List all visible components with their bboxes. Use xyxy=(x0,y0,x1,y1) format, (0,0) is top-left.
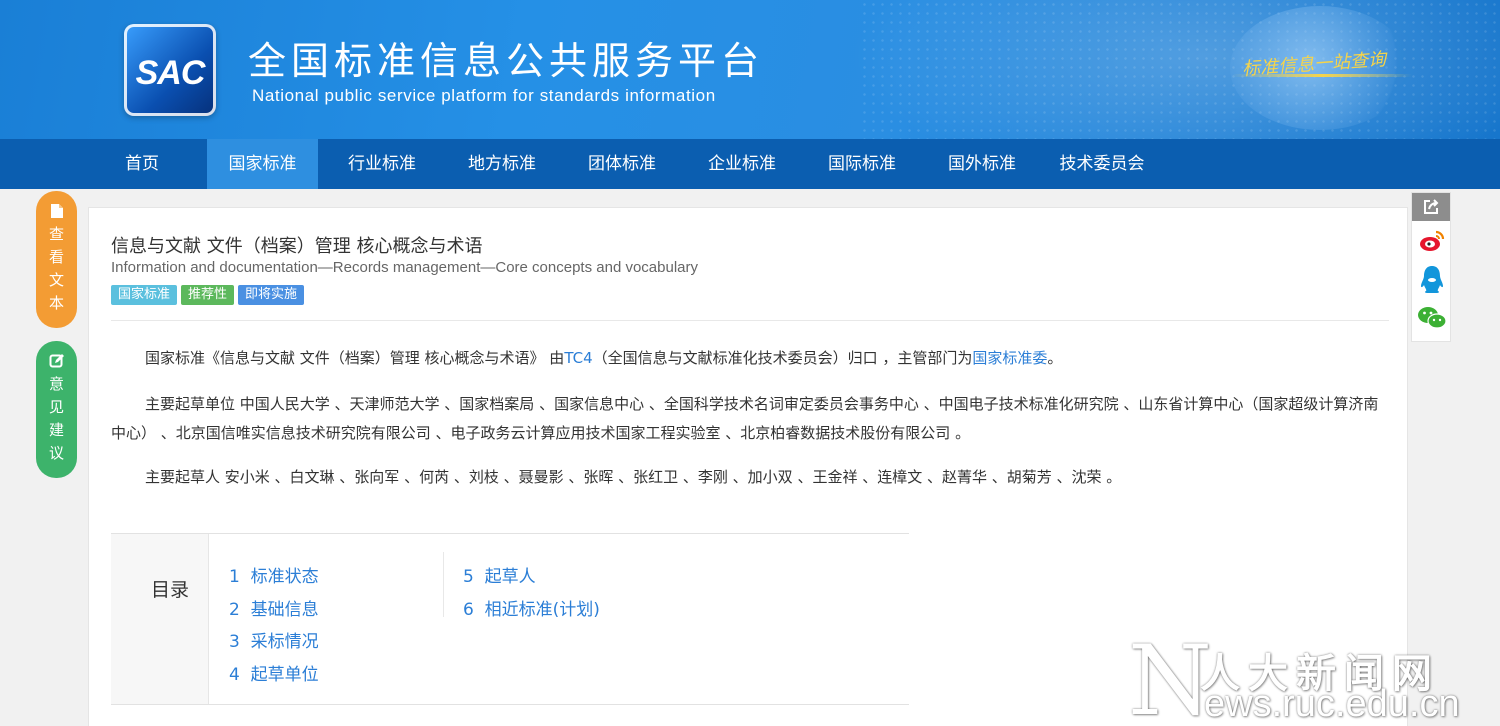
department-link[interactable]: 国家标准委 xyxy=(972,349,1047,367)
toc-item-label: 标准状态 xyxy=(250,567,319,587)
toc-item-label: 采标情况 xyxy=(250,632,319,652)
header-banner: SAC 全国标准信息公共服务平台 National public service… xyxy=(0,0,1500,139)
nav-item-foreign-standards[interactable]: 国外标准 xyxy=(936,139,1028,189)
feedback-char: 建 xyxy=(48,421,64,439)
toc-item-basic-info[interactable]: 2 基础信息 xyxy=(229,595,319,620)
standard-tags: 国家标准 推荐性 即将实施 xyxy=(111,283,308,305)
feedback-char: 议 xyxy=(48,444,64,462)
toc-item-number: 4 xyxy=(229,665,240,685)
toc-item-drafting-units[interactable]: 4 起草单位 xyxy=(229,660,319,685)
nav-item-local-standards[interactable]: 地方标准 xyxy=(456,139,548,189)
p1-prefix: 国家标准《信息与文献 文件（档案）管理 核心概念与术语》 由 xyxy=(145,349,565,367)
sac-logo[interactable]: SAC xyxy=(124,24,216,116)
nav-item-home[interactable]: 首页 xyxy=(106,139,178,189)
tag-recommended: 推荐性 xyxy=(181,285,235,305)
site-title-en: National public service platform for sta… xyxy=(252,86,716,105)
watermark-url: ews.ruc.edu.cn xyxy=(1204,683,1460,725)
nav-item-international-standards[interactable]: 国际标准 xyxy=(816,139,908,189)
toc-label-box: 目录 xyxy=(111,534,209,704)
drafters-paragraph: 主要起草人 安小米 、白文琳 、张向军 、何芮 、刘枝 、聂曼影 、张晖 、张红… xyxy=(145,468,1122,486)
share-sidebar xyxy=(1411,192,1451,342)
view-text-button[interactable]: 查 看 文 本 xyxy=(36,191,77,328)
nav-item-industry-standards[interactable]: 行业标准 xyxy=(336,139,428,189)
toc-item-label: 起草人 xyxy=(484,567,536,587)
feedback-button[interactable]: 意 见 建 议 xyxy=(36,341,77,478)
logo-text: SAC xyxy=(135,54,206,92)
view-text-char: 本 xyxy=(48,294,64,312)
tc4-link[interactable]: TC4 xyxy=(564,349,592,367)
standard-title-cn: 信息与文献 文件（档案）管理 核心概念与术语 xyxy=(111,236,483,257)
toc-item-standard-status[interactable]: 1 标准状态 xyxy=(229,562,319,587)
drafting-units-paragraph: 主要起草单位 中国人民大学 、天津师范大学 、国家档案局 、国家信息中心 、全国… xyxy=(111,395,1379,442)
document-icon xyxy=(50,204,63,218)
description-paragraph-1: 国家标准《信息与文献 文件（档案）管理 核心概念与术语》 由TC4（全国信息与文… xyxy=(111,344,1391,373)
share-icon xyxy=(1424,199,1439,214)
toc-item-label: 起草单位 xyxy=(250,665,319,685)
toc-item-similar-standards[interactable]: 6 相近标准(计划) xyxy=(463,595,600,620)
toc-item-label: 基础信息 xyxy=(250,600,319,620)
site-title-cn: 全国标准信息公共服务平台 xyxy=(248,39,765,83)
view-text-char: 文 xyxy=(48,271,64,289)
tag-national-standard: 国家标准 xyxy=(111,285,178,305)
toc-item-label: 相近标准(计划) xyxy=(484,600,600,620)
title-divider xyxy=(111,320,1389,321)
weibo-icon[interactable] xyxy=(1418,229,1446,253)
toc-item-number: 1 xyxy=(229,567,240,587)
feedback-char: 意 xyxy=(48,375,64,393)
toc-item-drafters[interactable]: 5 起草人 xyxy=(463,562,536,587)
nav-item-enterprise-standards[interactable]: 企业标准 xyxy=(696,139,788,189)
edit-icon xyxy=(49,354,64,368)
toc-item-number: 6 xyxy=(463,600,474,620)
toc-item-adoption[interactable]: 3 采标情况 xyxy=(229,627,319,652)
nav-item-group-standards[interactable]: 团体标准 xyxy=(576,139,668,189)
toc-item-number: 3 xyxy=(229,632,240,652)
standard-title-en: Information and documentation—Records ma… xyxy=(111,259,698,276)
slogan-underline xyxy=(1232,74,1412,77)
main-nav: 首页 国家标准 行业标准 地方标准 团体标准 企业标准 国际标准 国外标准 技术… xyxy=(0,139,1500,189)
nav-item-national-standards[interactable]: 国家标准 xyxy=(207,139,318,189)
qq-icon[interactable] xyxy=(1420,265,1444,295)
p1-suffix: 。 xyxy=(1047,349,1063,367)
p1-middle: （全国信息与文献标准化技术委员会）归口 ，主管部门为 xyxy=(592,349,973,367)
toc-label: 目录 xyxy=(151,579,190,601)
view-text-char: 查 xyxy=(48,225,64,243)
share-toggle[interactable] xyxy=(1412,193,1450,221)
tag-upcoming: 即将实施 xyxy=(238,285,305,305)
view-text-char: 看 xyxy=(48,248,64,266)
toc-column-divider xyxy=(443,552,444,617)
wechat-icon[interactable] xyxy=(1417,305,1447,331)
feedback-char: 见 xyxy=(48,398,64,416)
nav-item-tech-committee[interactable]: 技术委员会 xyxy=(1050,139,1154,189)
table-of-contents: 目录 1 标准状态 2 基础信息 3 采标情况 4 起草单位 5 起草人 6 相… xyxy=(111,533,909,705)
toc-item-number: 2 xyxy=(229,600,240,620)
toc-item-number: 5 xyxy=(463,567,474,587)
